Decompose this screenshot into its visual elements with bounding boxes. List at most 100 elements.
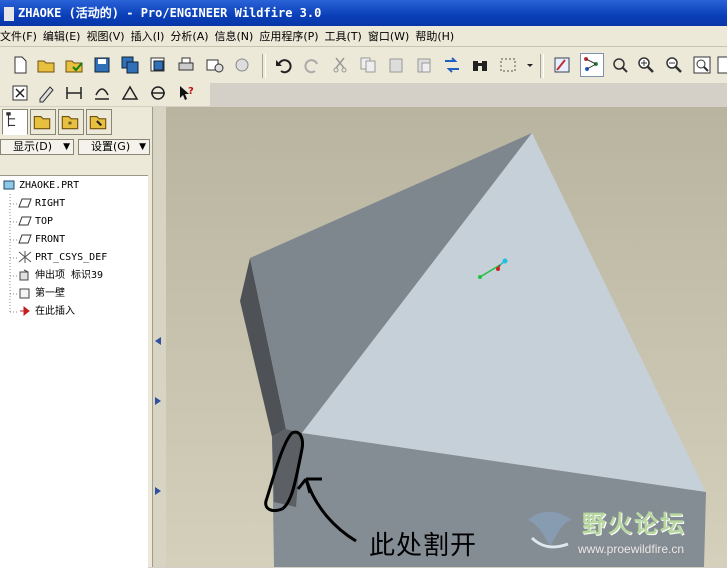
regenerate-icon[interactable] [442,55,462,75]
tree-node-label: 伸出项 标识39 [35,270,104,281]
csys-icon [18,251,32,263]
orient-mode-icon[interactable] [610,55,630,75]
main-toolbar [0,47,727,83]
close-window-icon[interactable] [10,83,30,103]
menu-applications[interactable]: 应用程序(P) [259,28,324,44]
csys-point [496,267,500,271]
copy-icon[interactable] [358,55,378,75]
repaint-icon[interactable] [552,55,572,75]
tree-node-top[interactable]: TOP [18,214,53,230]
print-icon[interactable] [176,55,196,75]
menu-info[interactable]: 信息(N) [215,28,260,44]
toolbar-separator [540,54,544,78]
tab-folder-browser[interactable] [30,109,56,135]
title-bar: ZHAOKE (活动的) - Pro/ENGINEER Wildfire 3.0 [0,0,727,26]
chevron-down-icon: ▼ [139,142,146,152]
menu-file[interactable]: 文件(F) [0,28,43,44]
menu-analysis[interactable]: 分析(A) [170,28,214,44]
tree-node-label: 在此插入 [35,306,75,317]
menu-insert[interactable]: 插入(I) [131,28,171,44]
datum-toolbar: ? [0,80,210,106]
tree-node-csys[interactable]: PRT_CSYS_DEF [18,250,107,266]
tree-node-insert-here[interactable]: 在此插入 [18,304,75,320]
menu-tools[interactable]: 工具(T) [325,28,368,44]
extrude-icon [18,269,32,281]
redo-icon[interactable] [302,55,322,75]
settings-dropdown[interactable]: 设置(G) ▼ [78,139,150,155]
send-link-icon[interactable] [232,55,252,75]
tree-node-right[interactable]: RIGHT [18,196,65,212]
named-views-icon[interactable] [716,55,727,75]
graphics-window[interactable]: 此处割开 野火论坛 www.proewildfire.cn [166,107,727,567]
svg-text:*: * [68,121,73,131]
selection-dropdown-icon[interactable] [520,55,533,75]
model-tree: ZHAOKE.PRT RIGHT TOP FRONT PRT_CSYS_DEF … [0,175,148,568]
tree-node-shell[interactable]: 第一壁 [18,286,65,302]
cut-icon[interactable] [330,55,350,75]
tree-node-label: TOP [35,216,54,227]
undo-icon[interactable] [274,55,294,75]
tab-favorites[interactable]: * [58,109,84,135]
datum-plane-icon [18,197,32,209]
email-icon[interactable] [204,55,224,75]
settings-dropdown-label: 设置(G) [91,140,131,153]
model-3d-view[interactable] [166,107,727,567]
part-icon [2,179,16,191]
app-icon [4,6,14,21]
tree-node-part[interactable]: ZHAOKE.PRT [2,178,79,194]
navigator-panel: * 显示(D) ▼ 设置(G) ▼ ZHAOKE.PRT RIGHT TOP FRO… [0,107,152,568]
tree-node-label: 第一壁 [35,288,65,299]
selection-box-icon[interactable] [498,55,518,75]
menu-edit[interactable]: 编辑(E) [43,28,87,44]
tab-connections[interactable] [86,109,112,135]
svg-text:?: ? [188,86,194,97]
window-title: ZHAOKE (活动的) - Pro/ENGINEER Wildfire 3.0 [18,6,322,20]
forum-watermark: 野火论坛 www.proewildfire.cn [518,502,727,567]
paste-special-icon[interactable] [414,55,434,75]
shell-icon [18,287,32,299]
menu-help[interactable]: 帮助(H) [415,28,460,44]
refit-icon[interactable] [692,55,712,75]
tree-node-label: ZHAOKE.PRT [19,180,80,191]
cut-here-annotation: 此处割开 [369,531,478,561]
tab-model-tree[interactable] [2,109,28,135]
tree-node-label: PRT_CSYS_DEF [35,252,108,263]
expand-right-icon[interactable] [155,487,161,495]
find-icon[interactable] [470,55,490,75]
expand-right-icon[interactable] [155,397,161,405]
insert-here-arrow-icon [18,305,32,317]
csys-point [478,275,482,279]
zoom-out-icon[interactable] [664,55,684,75]
menu-window[interactable]: 窗口(W) [368,28,415,44]
measure-area-icon[interactable] [92,83,112,103]
context-help-icon[interactable]: ? [176,83,196,103]
datum-plane-icon [18,215,32,227]
save-icon[interactable] [92,55,112,75]
tree-node-extrude[interactable]: 伸出项 标识39 [18,268,103,284]
panel-splitter[interactable] [152,107,166,567]
paste-icon[interactable] [386,55,406,75]
tree-node-label: RIGHT [35,198,66,209]
watermark-logo-icon [528,511,572,549]
watermark-title: 野火论坛 [582,510,686,538]
show-dropdown-label: 显示(D) [13,140,53,153]
spin-center-icon[interactable] [580,53,604,77]
watermark-url: www.proewildfire.cn [578,542,685,556]
section-icon[interactable] [148,83,168,103]
new-file-icon[interactable] [10,55,30,75]
navigator-tabs: * [0,107,152,137]
collapse-left-icon[interactable] [155,337,161,345]
backup-icon[interactable] [148,55,168,75]
datum-plane-icon [18,233,32,245]
tree-node-front[interactable]: FRONT [18,232,65,248]
save-copy-icon[interactable] [120,55,140,75]
open-folder-icon[interactable] [36,55,56,75]
menu-view[interactable]: 视图(V) [86,28,130,44]
show-dropdown[interactable]: 显示(D) ▼ [0,139,74,155]
csys-point [502,258,508,264]
zoom-in-icon[interactable] [636,55,656,75]
annotation-icon[interactable] [36,83,56,103]
select-working-dir-icon[interactable] [64,55,84,75]
measure-distance-icon[interactable] [64,83,84,103]
measure-angle-icon[interactable] [120,83,140,103]
